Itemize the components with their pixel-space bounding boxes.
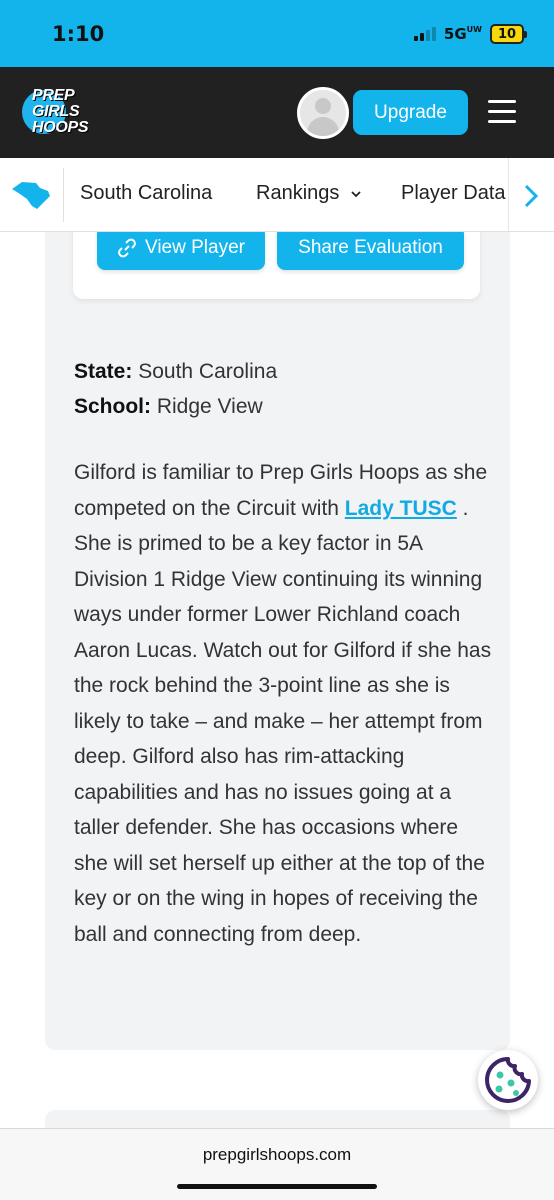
nav-item-state[interactable]: South Carolina <box>80 182 212 205</box>
state-nav: South Carolina Rankings Player Data <box>0 158 554 232</box>
chevron-down-icon <box>351 191 361 197</box>
state-info: State: South Carolina <box>74 360 278 383</box>
link-icon <box>118 238 136 258</box>
url-text[interactable]: prepgirlshoops.com <box>0 1145 554 1165</box>
site-header: PREP GIRLS HOOPS Upgrade <box>0 67 554 158</box>
avatar[interactable] <box>297 87 349 139</box>
status-time: 1:10 <box>52 22 105 46</box>
nav-item-rankings[interactable]: Rankings <box>256 182 361 205</box>
next-card <box>45 1110 510 1128</box>
nav-item-player-data[interactable]: Player Data <box>401 182 506 205</box>
evaluation-text: Gilford is familiar to Prep Girls Hoops … <box>74 461 492 946</box>
cookie-settings-button[interactable] <box>478 1050 538 1110</box>
team-link[interactable]: Lady TUSC <box>345 497 457 520</box>
upgrade-button[interactable]: Upgrade <box>353 90 468 135</box>
south-carolina-icon[interactable] <box>10 180 52 210</box>
chevron-right-icon <box>524 184 539 208</box>
battery-icon: 10 <box>490 24 527 44</box>
share-evaluation-button[interactable]: Share Evaluation <box>277 232 464 270</box>
nav-scroll-right-button[interactable] <box>508 158 554 231</box>
menu-icon[interactable] <box>488 100 516 124</box>
home-indicator[interactable] <box>177 1184 377 1189</box>
main-content: View Player Share Evaluation State: Sout… <box>0 232 554 1128</box>
status-bar: 1:10 5GUW 10 <box>0 0 554 67</box>
site-logo[interactable]: PREP GIRLS HOOPS <box>22 86 108 140</box>
school-info: School: Ridge View <box>74 395 263 418</box>
network-label: 5GUW <box>443 25 482 43</box>
view-player-button[interactable]: View Player <box>97 232 265 270</box>
logo-text: PREP GIRLS HOOPS <box>32 87 89 136</box>
browser-url-bar: prepgirlshoops.com <box>0 1128 554 1200</box>
signal-icon <box>413 27 436 41</box>
cookie-icon <box>485 1057 531 1103</box>
status-indicators: 5GUW 10 <box>413 24 527 44</box>
